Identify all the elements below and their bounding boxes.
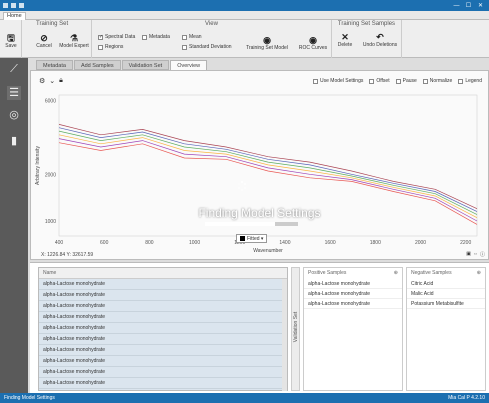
validation-set-side-tab[interactable]: Validation Set <box>291 267 300 391</box>
list-item[interactable]: alpha-Lactose monohydrate <box>304 279 402 289</box>
samples-area: Name alpha-Lactose monohydrate alpha-Lact… <box>30 262 489 393</box>
app-version: Mia Cal P 4.2.10 <box>448 395 485 401</box>
status-bar: Finding Model Settings Mia Cal P 4.2.10 <box>0 393 489 403</box>
list-item[interactable]: alpha-Lactose monohydrate <box>304 299 402 309</box>
training-names-table: Name alpha-Lactose monohydrate alpha-Lact… <box>38 267 288 391</box>
delete-button[interactable]: ✕ Delete <box>334 32 356 48</box>
title-bar: — ☐ ✕ <box>0 0 489 11</box>
tab-validation-set[interactable]: Validation Set <box>121 60 170 70</box>
x-tick-label: 600 <box>100 240 109 246</box>
list-item[interactable]: Citric Acid <box>407 279 485 289</box>
pan-icon[interactable]: ⇔ <box>473 251 478 258</box>
ribbon: 🖫 Save Training Set ⊘ Cancel ⚗ Model Exp… <box>0 20 489 58</box>
x-tick-label: 800 <box>145 240 154 246</box>
status-message: Finding Model Settings <box>4 395 55 401</box>
model-icon: ◉ <box>263 35 271 45</box>
menu-home[interactable]: Home <box>3 12 26 20</box>
target-nav-icon[interactable]: ◎ <box>7 108 21 122</box>
model-expert-button[interactable]: ⚗ Model Expert <box>58 33 90 49</box>
x-tick-label: 1000 <box>189 240 200 246</box>
names-scrollbar[interactable] <box>282 279 287 391</box>
tab-add-samples[interactable]: Add Samples <box>73 60 121 70</box>
x-tick-label: 400 <box>55 240 64 246</box>
x-tick-label: 1400 <box>279 240 290 246</box>
left-nav: ⟋ ☰ ◎ ▮ <box>0 58 28 393</box>
cancel-button[interactable]: ⊘ Cancel <box>34 33 54 49</box>
table-row[interactable]: alpha-Lactose monohydrate <box>39 312 287 323</box>
spectra-chart[interactable]: 400 600 800 1000 1200 1400 1600 1800 2000 2200 600… <box>31 71 489 261</box>
table-row[interactable]: alpha-Lactose monohydrate <box>39 367 287 378</box>
delete-icon: ✕ <box>341 32 349 42</box>
ribbon-group-samples: Training Set Samples ✕ Delete ↶ Undo Del… <box>332 20 402 58</box>
roc-curves-button[interactable]: ◉ ROC Curves <box>296 35 330 51</box>
cancel-icon: ⊘ <box>40 33 48 43</box>
close-button[interactable]: ✕ <box>476 3 485 9</box>
quick-access-icon-2[interactable] <box>19 3 24 8</box>
names-header[interactable]: Name <box>39 268 287 279</box>
model-expert-icon: ⚗ <box>69 33 79 43</box>
table-row[interactable]: alpha-Lactose monohydrate <box>39 323 287 334</box>
table-row[interactable]: alpha-Lactose monohydrate <box>39 356 287 367</box>
undo-deletions-button[interactable]: ↶ Undo Deletions <box>360 32 400 48</box>
negative-samples-list: Negative Samples ⊕ Citric Acid Malic Acid P… <box>406 267 486 391</box>
positive-samples-list: Positive Samples ⊕ alpha-Lactose monohydr… <box>303 267 403 391</box>
add-negative-icon[interactable]: ⊕ <box>477 268 481 279</box>
quick-access-icon[interactable] <box>11 3 16 8</box>
series-line <box>58 142 478 225</box>
x-tick-label: 1600 <box>325 240 336 246</box>
export-icon[interactable]: ▣ <box>466 251 471 258</box>
minimize-button[interactable]: — <box>452 3 461 9</box>
ribbon-group-save: 🖫 Save <box>0 20 22 58</box>
undo-icon: ↶ <box>376 32 384 42</box>
save-button[interactable]: 🖫 Save <box>2 33 20 49</box>
x-axis-label: Wavenumber <box>253 248 283 254</box>
series-line <box>58 127 478 212</box>
x-tick-label: 2000 <box>415 240 426 246</box>
plot-controls: ▣ ⇔ ⓘ <box>466 251 485 258</box>
x-tick-label: 1800 <box>370 240 381 246</box>
table-row[interactable]: alpha-Lactose monohydrate <box>39 334 287 345</box>
table-row[interactable]: alpha-Lactose monohydrate <box>39 301 287 312</box>
roc-icon: ◉ <box>309 35 317 45</box>
table-row[interactable]: alpha-Lactose monohydrate <box>39 279 287 290</box>
tab-bar: Metadata Add Samples Validation Set Over… <box>36 60 208 70</box>
y-axis-label: Arbitrary Intensity <box>35 146 41 185</box>
table-row[interactable]: alpha-Lactose monohydrate <box>39 378 287 389</box>
add-positive-icon[interactable]: ⊕ <box>394 268 398 279</box>
y-tick-label: 1000 <box>45 219 56 225</box>
tab-metadata[interactable]: Metadata <box>36 60 73 70</box>
table-row[interactable]: alpha-Lactose monohydrate <box>39 345 287 356</box>
ribbon-group-view: View Spectral Data Regions Metadata Mean… <box>92 20 332 58</box>
list-nav-icon[interactable]: ☰ <box>7 86 21 100</box>
list-item[interactable]: alpha-Lactose monohydrate <box>304 289 402 299</box>
metadata-checkbox[interactable]: Metadata <box>142 34 170 40</box>
mean-checkbox[interactable]: Mean <box>182 34 202 40</box>
spectral-data-checkbox[interactable]: Spectral Data <box>98 34 135 40</box>
series-line <box>58 138 478 222</box>
chart-nav-icon[interactable]: ⟋ <box>7 62 21 76</box>
y-tick-label: 2000 <box>45 172 56 178</box>
list-item[interactable]: Malic Acid <box>407 289 485 299</box>
x-tick-label: 2200 <box>460 240 471 246</box>
spectra-plot-panel: ⚙ ⌄ 🔒︎ Use Model Settings Offset Pause N… <box>30 70 489 260</box>
std-dev-checkbox[interactable]: Standard Deviation <box>182 44 232 50</box>
list-item[interactable]: Potassium Metabisulfite <box>407 299 485 309</box>
save-icon: 🖫 <box>7 33 15 43</box>
training-set-model-button[interactable]: ◉ Training Set Model <box>242 35 292 51</box>
x-tick-label: 1200 <box>234 240 245 246</box>
menu-bar: Home <box>0 11 489 20</box>
app-icon <box>3 3 8 8</box>
info-icon[interactable]: ⓘ <box>480 251 485 258</box>
plot-area <box>58 94 478 237</box>
y-tick-label: 6000 <box>45 98 56 104</box>
ribbon-group-training-set: Training Set ⊘ Cancel ⚗ Model Expert <box>22 20 92 58</box>
tab-overview[interactable]: Overview <box>170 60 208 70</box>
regions-checkbox[interactable]: Regions <box>98 44 123 50</box>
cursor-coordinates: X: 1226.84 Y: 32617.59 <box>41 252 94 258</box>
maximize-button[interactable]: ☐ <box>464 3 473 9</box>
book-nav-icon[interactable]: ▮ <box>7 134 21 148</box>
table-row[interactable]: alpha-Lactose monohydrate <box>39 290 287 301</box>
